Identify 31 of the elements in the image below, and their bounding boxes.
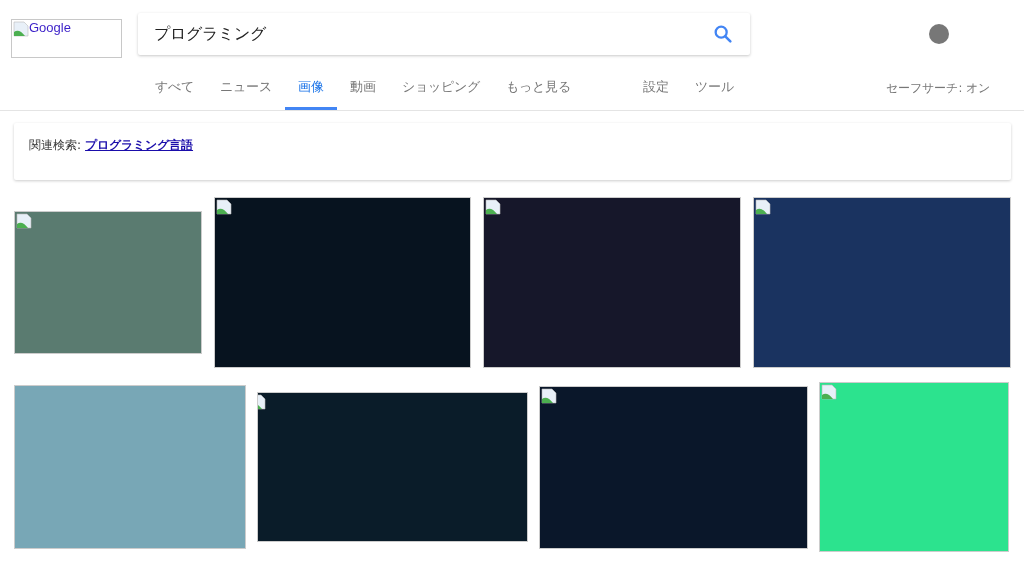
logo-placeholder[interactable]: Google bbox=[11, 18, 122, 58]
image-tile[interactable] bbox=[14, 211, 202, 354]
image-tile[interactable] bbox=[214, 197, 471, 368]
nav-tab[interactable]: もっと見る bbox=[493, 79, 584, 110]
nav-tab[interactable]: ニュース bbox=[207, 79, 285, 110]
broken-image-icon bbox=[485, 199, 501, 215]
image-tile[interactable] bbox=[753, 197, 1011, 368]
nav-tab[interactable]: 画像 bbox=[285, 79, 337, 110]
safesearch-link[interactable]: セーフサーチ: オン bbox=[886, 81, 990, 110]
image-tile[interactable] bbox=[539, 385, 808, 549]
broken-image-icon bbox=[216, 199, 232, 215]
nav-tab[interactable]: 動画 bbox=[337, 79, 389, 110]
broken-image-icon bbox=[755, 199, 771, 215]
tool-link[interactable]: 設定 bbox=[630, 79, 682, 110]
broken-image-icon bbox=[541, 387, 557, 404]
image-tile[interactable] bbox=[257, 392, 528, 542]
avatar[interactable] bbox=[929, 24, 949, 44]
search-icon[interactable] bbox=[712, 23, 734, 45]
image-tile[interactable] bbox=[819, 382, 1009, 552]
nav-tab[interactable]: すべて bbox=[142, 79, 207, 110]
nav-tab[interactable]: ショッピング bbox=[389, 79, 493, 110]
broken-image-icon bbox=[821, 384, 837, 400]
search-field[interactable]: プログラミング bbox=[138, 13, 750, 55]
tool-link[interactable]: ツール bbox=[682, 79, 747, 110]
broken-image-icon bbox=[13, 20, 29, 37]
related-link[interactable]: プログラミング言語 bbox=[85, 137, 194, 154]
broken-image-icon bbox=[16, 213, 32, 229]
logo-alt-text: Google bbox=[29, 19, 71, 35]
related-label: 関連検索: bbox=[29, 137, 82, 154]
image-tile[interactable] bbox=[483, 197, 741, 368]
image-tile[interactable] bbox=[14, 385, 246, 549]
